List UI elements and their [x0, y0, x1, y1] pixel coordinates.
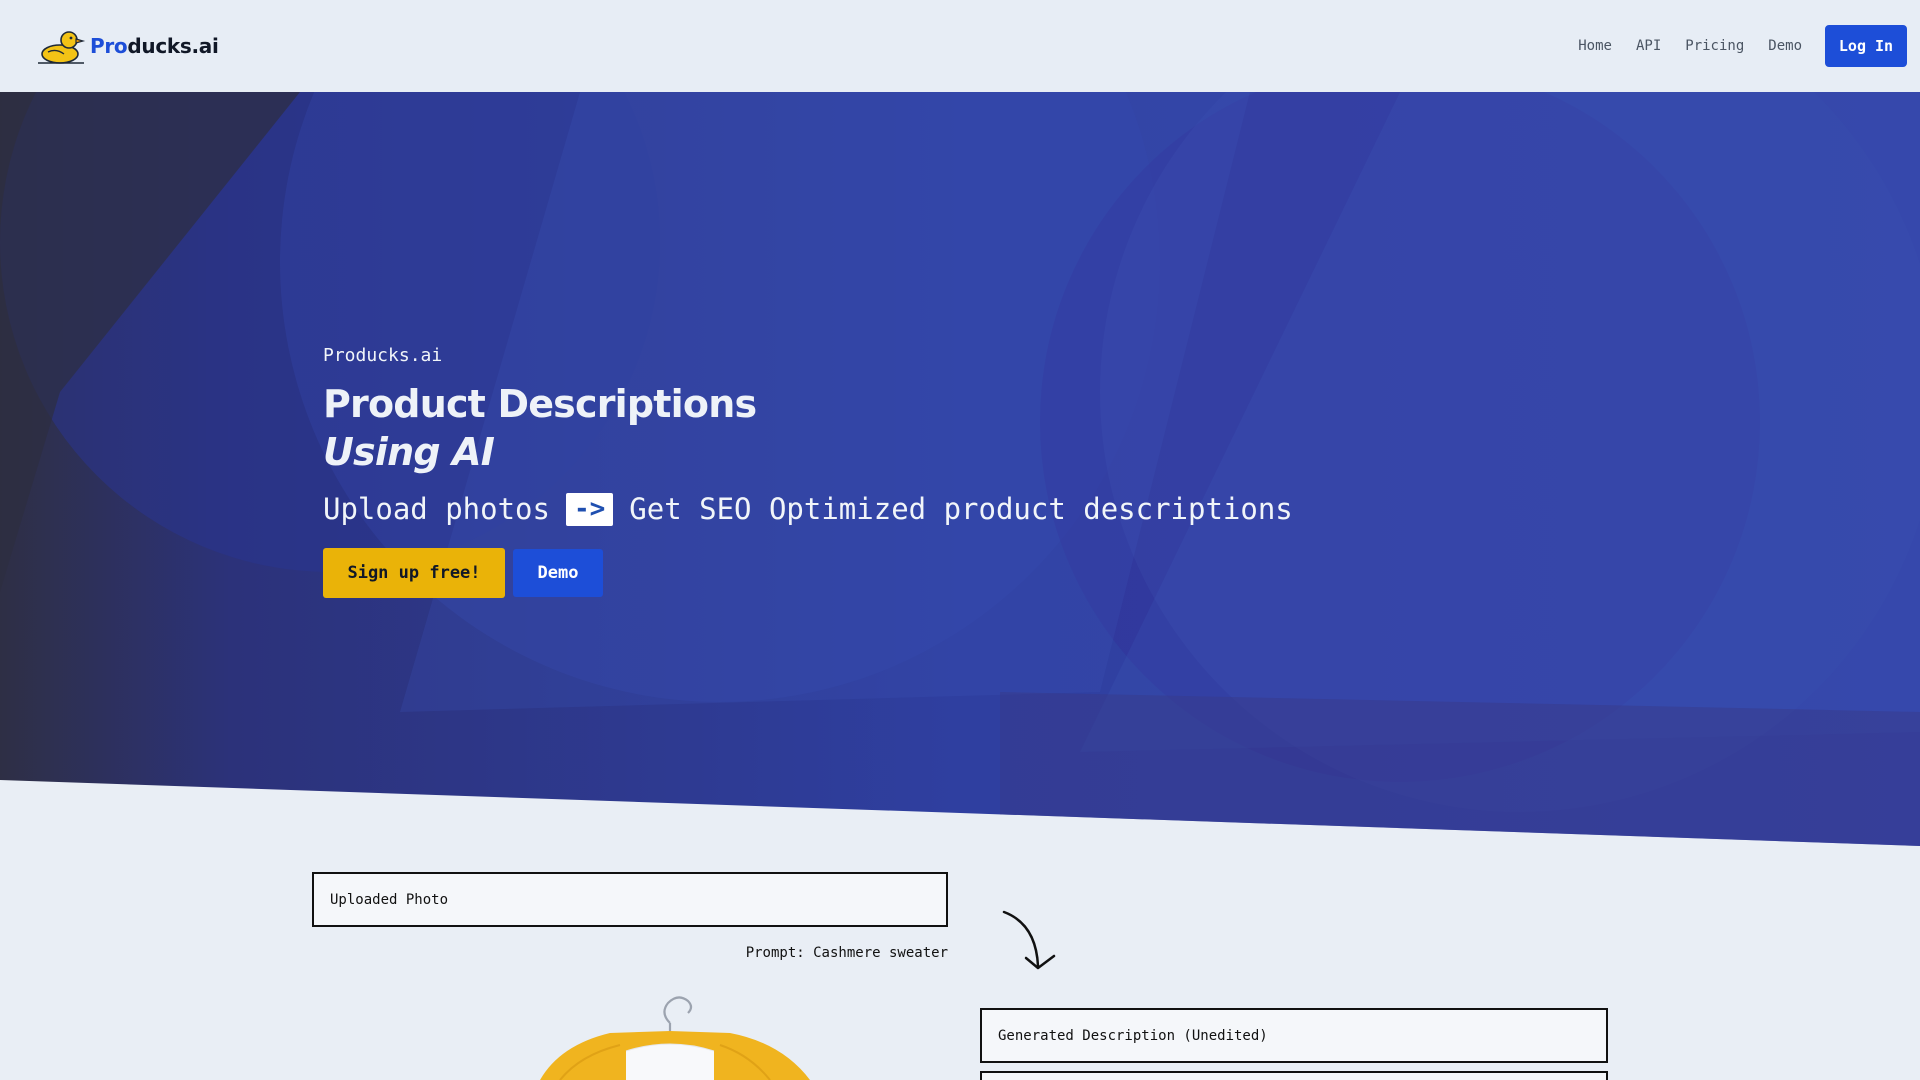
hero-buttons: Sign up free! Demo — [323, 548, 1323, 598]
uploaded-photo-title: Uploaded Photo — [330, 891, 449, 908]
generated-description-title: Generated Description (Unedited) — [998, 1027, 1268, 1044]
signup-button[interactable]: Sign up free! — [323, 548, 505, 598]
hero-sub-before: Upload photos — [323, 492, 550, 526]
hero-title: Product Descriptions Using AI — [323, 380, 1323, 476]
nav-links: Home API Pricing Demo — [1578, 0, 1802, 92]
nav-link-api[interactable]: API — [1636, 38, 1661, 54]
generated-description-body — [980, 1071, 1608, 1080]
hero-eyebrow: Producks.ai — [323, 345, 443, 366]
hero-title-line2: Using AI — [323, 430, 495, 474]
demo-button[interactable]: Demo — [513, 549, 603, 597]
hero-sub-after: Get SEO Optimized product descriptions — [629, 492, 1293, 526]
hero-title-line1: Product Descriptions — [323, 382, 757, 426]
generated-description-panel: Generated Description (Unedited) — [980, 1008, 1608, 1063]
sweater-image — [540, 996, 810, 1080]
top-navigation: Producks.ai Home API Pricing Demo Log In — [0, 0, 1920, 92]
brand-name: Producks.ai — [90, 34, 219, 58]
hero-content: Producks.ai Product Descriptions Using A… — [323, 345, 1323, 598]
brand-logo-link[interactable]: Producks.ai — [36, 24, 219, 68]
login-button[interactable]: Log In — [1825, 25, 1907, 67]
curved-arrow-icon — [1002, 910, 1056, 970]
arrow-chip: -> — [565, 492, 614, 526]
duck-logo-icon — [38, 31, 86, 64]
prompt-text: Prompt: Cashmere sweater — [745, 945, 948, 961]
nav-link-demo[interactable]: Demo — [1768, 38, 1802, 54]
uploaded-photo-panel: Uploaded Photo — [312, 872, 948, 927]
hero-subtitle: Upload photos -> Get SEO Optimized produ… — [323, 492, 1323, 526]
nav-link-pricing[interactable]: Pricing — [1685, 38, 1744, 54]
nav-link-home[interactable]: Home — [1578, 38, 1612, 54]
